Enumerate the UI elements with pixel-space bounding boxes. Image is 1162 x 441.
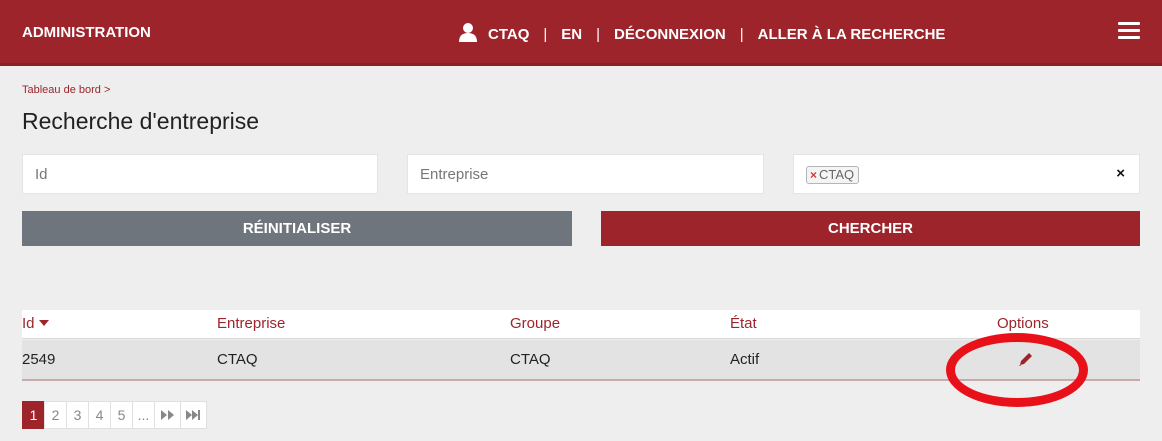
nav-separator: | [739,25,744,43]
hamburger-menu-icon[interactable] [1118,22,1140,40]
breadcrumb: Tableau de bord > [22,84,110,96]
group-select-field[interactable]: × CTAQ × [793,154,1140,194]
pagination: 1 2 3 4 5 ... [22,401,207,429]
remove-tag-icon[interactable]: × [810,167,817,183]
top-navbar: ADMINISTRATION CTAQ | EN | DÉCONNEXION |… [0,0,1162,66]
user-icon [458,22,478,42]
nav-separator: | [543,25,548,43]
table-row: 2549 CTAQ CTAQ Actif [22,340,1140,381]
next-page-icon[interactable] [154,401,181,429]
cell-group: CTAQ [510,351,551,368]
goto-search-link[interactable]: ALLER À LA RECHERCHE [758,26,946,43]
last-page-icon[interactable] [180,401,207,429]
group-tag-label: CTAQ [819,167,855,182]
page-button-1[interactable]: 1 [22,401,45,429]
cell-id: 2549 [22,351,56,368]
column-header-company[interactable]: Entreprise [217,315,285,332]
page-button-3[interactable]: 3 [66,401,89,429]
language-link[interactable]: EN [561,26,582,43]
column-header-options: Options [997,315,1049,332]
nav-separator: | [596,25,601,43]
clear-selection-icon[interactable]: × [1116,165,1125,182]
cell-state: Actif [730,351,760,368]
breadcrumb-dashboard-link[interactable]: Tableau de bord [22,84,101,96]
page-button-5[interactable]: 5 [110,401,133,429]
results-table: Id Entreprise Groupe État Options 2549 C… [22,310,1140,381]
group-tag: × CTAQ [806,166,860,184]
app-title[interactable]: ADMINISTRATION [22,24,151,41]
breadcrumb-separator: > [103,84,111,96]
page-ellipsis[interactable]: ... [132,401,155,429]
page-title: Recherche d'entreprise [22,108,260,134]
id-search-input[interactable] [22,154,378,194]
cell-company: CTAQ [217,351,258,368]
column-header-id[interactable]: Id [22,315,49,332]
user-link[interactable]: CTAQ [488,26,529,43]
edit-pencil-icon[interactable] [1016,349,1036,369]
column-header-group[interactable]: Groupe [510,315,560,332]
column-header-state[interactable]: État [730,315,757,332]
company-search-input[interactable] [407,154,764,194]
page-button-2[interactable]: 2 [44,401,67,429]
page-button-4[interactable]: 4 [88,401,111,429]
search-button[interactable]: CHERCHER [601,211,1140,246]
header-nav: CTAQ | EN | DÉCONNEXION | ALLER À LA REC… [458,22,946,44]
reset-button[interactable]: RÉINITIALISER [22,211,572,246]
table-header: Id Entreprise Groupe État Options [22,310,1140,339]
logout-link[interactable]: DÉCONNEXION [614,26,726,43]
sort-desc-icon [38,320,49,326]
